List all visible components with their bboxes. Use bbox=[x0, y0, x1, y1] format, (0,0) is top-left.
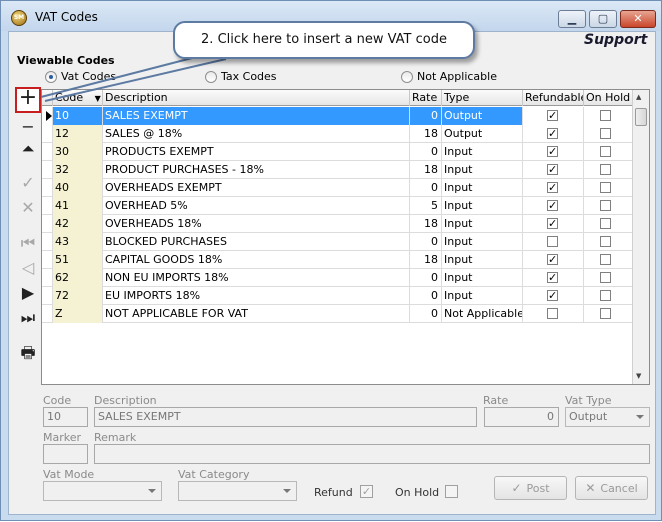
vat-codes-window: SM VAT Codes ▁ ▢ ✕ Support 2. Click here… bbox=[0, 0, 662, 521]
instruction-callout: 2. Click here to insert a new VAT code bbox=[173, 21, 475, 59]
callout-pointer bbox=[40, 56, 227, 102]
